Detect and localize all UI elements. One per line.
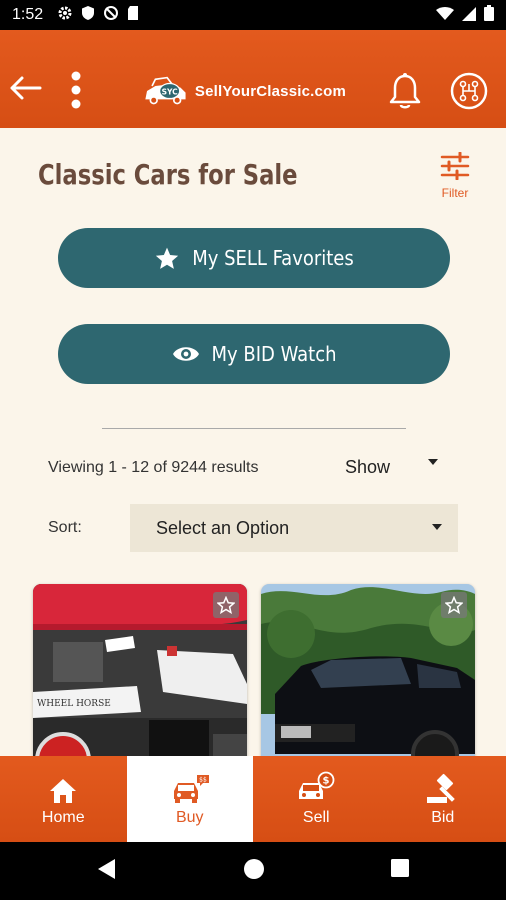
logo-badge: SYC — [162, 87, 179, 96]
settings-status-icon — [57, 5, 73, 25]
system-back-icon[interactable] — [97, 858, 117, 884]
svg-text:$: $ — [323, 776, 330, 787]
svg-text:$$: $$ — [199, 777, 207, 784]
logo-text: SellYourClassic.com — [194, 82, 346, 100]
sort-label: Sort: — [48, 519, 82, 536]
battery-icon — [484, 5, 494, 25]
sd-card-status-icon — [127, 5, 139, 25]
signal-icon — [462, 6, 476, 25]
main-content: Classic Cars for Sale Filter My SELL Fav… — [0, 128, 506, 756]
bottom-navigation: Home $$ Buy $ Sell Bid — [0, 756, 506, 842]
my-bid-watch-label: My BID Watch — [211, 342, 337, 366]
app-logo[interactable]: SYC SellYourClassic.com — [142, 70, 346, 112]
nav-sell[interactable]: $ Sell — [253, 756, 380, 842]
filter-sliders-icon — [440, 151, 470, 181]
more-options-icon[interactable] — [64, 70, 88, 110]
system-navigation-bar — [0, 842, 506, 900]
sort-selected-value: Select an Option — [156, 517, 290, 538]
my-sell-favorites-button[interactable]: My SELL Favorites — [58, 228, 450, 288]
gearshift-settings-icon[interactable] — [450, 72, 488, 110]
chevron-down-icon[interactable] — [428, 450, 438, 465]
notifications-bell-icon[interactable] — [388, 72, 422, 110]
nav-bid-label: Bid — [431, 809, 455, 826]
my-bid-watch-button[interactable]: My BID Watch — [58, 324, 450, 384]
nav-home-label: Home — [41, 809, 85, 826]
listing-card[interactable] — [261, 584, 475, 756]
listing-card[interactable]: WHEEL HORSE — [33, 584, 247, 756]
back-arrow-icon[interactable] — [8, 74, 44, 102]
eye-icon — [172, 344, 200, 364]
divider — [102, 428, 406, 429]
no-sync-status-icon — [103, 5, 119, 25]
favorite-star-icon[interactable] — [441, 592, 467, 618]
nav-sell-label: Sell — [302, 809, 330, 826]
app-bar: SYC SellYourClassic.com — [0, 30, 506, 128]
page-title: Classic Cars for Sale — [38, 158, 298, 191]
listing-photo-text: WHEEL HORSE — [37, 699, 111, 709]
system-home-icon[interactable] — [243, 858, 265, 884]
nav-buy-label: Buy — [175, 809, 204, 826]
filter-label: Filter — [441, 186, 469, 200]
status-time: 1:52 — [12, 6, 44, 23]
nav-buy[interactable]: $$ Buy — [126, 756, 253, 842]
chevron-down-icon — [432, 514, 442, 530]
system-recents-icon[interactable] — [390, 858, 410, 882]
results-count: Viewing 1 - 12 of 9244 results — [48, 459, 259, 476]
show-per-page-select[interactable]: Show — [345, 457, 390, 478]
star-icon — [154, 246, 180, 271]
shield-status-icon — [81, 5, 95, 25]
logo-car-icon: SYC — [145, 76, 186, 105]
favorite-star-icon[interactable] — [213, 592, 239, 618]
status-bar: 1:52 — [0, 0, 506, 30]
gavel-icon — [425, 771, 461, 805]
sell-car-icon: $ — [297, 771, 335, 805]
wifi-icon — [436, 6, 454, 25]
home-icon — [48, 771, 78, 805]
buy-car-icon: $$ — [170, 771, 210, 805]
sort-select[interactable]: Select an Option — [130, 504, 458, 552]
nav-bid[interactable]: Bid — [380, 756, 506, 842]
nav-home[interactable]: Home — [0, 756, 127, 842]
filter-button[interactable]: Filter — [436, 151, 474, 202]
my-sell-favorites-label: My SELL Favorites — [192, 246, 354, 270]
